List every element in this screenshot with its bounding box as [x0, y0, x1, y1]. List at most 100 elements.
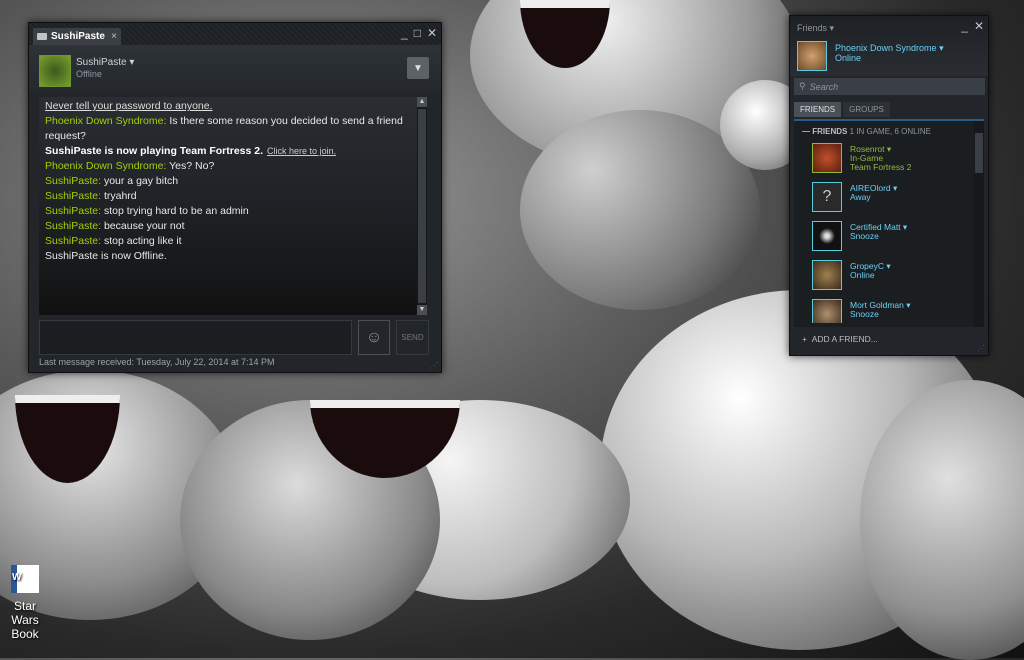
message-line: SushiPaste: stop acting like it: [45, 234, 421, 249]
word-document-icon: W: [11, 565, 39, 593]
chevron-down-icon[interactable]: ▾: [887, 144, 891, 154]
message-text: Yes? No?: [166, 160, 215, 172]
message-line: SushiPaste: your a gay bitch: [45, 174, 421, 189]
message-sender: Phoenix Down Syndrome:: [45, 160, 167, 172]
message-line: Phoenix Down Syndrome: Yes? No?: [45, 159, 421, 174]
options-dropdown-button[interactable]: ▼: [407, 57, 429, 79]
chat-message-input[interactable]: [39, 320, 352, 355]
avatar[interactable]: [812, 260, 842, 290]
desktop-icon-label: Star Wars Book: [11, 599, 39, 641]
friends-title: Friends: [797, 23, 828, 33]
message-text: tryahrd: [101, 190, 137, 202]
join-game-link[interactable]: Click here to join.: [267, 146, 336, 156]
friends-titlebar[interactable]: Friends ▾ _ ✕ Phoenix Down Syndrome ▾ On…: [790, 16, 988, 76]
chat-header: SushiPaste ▾ Offline ▼: [29, 45, 441, 93]
self-status: Online: [835, 53, 862, 63]
avatar[interactable]: [39, 55, 71, 87]
avatar[interactable]: [797, 41, 827, 71]
friend-item[interactable]: Mort Goldman ▾ Snooze: [812, 299, 972, 323]
search-icon: ⚲: [799, 81, 806, 91]
chevron-down-icon[interactable]: ▾: [906, 300, 910, 310]
message-sender: SushiPaste:: [45, 190, 102, 202]
smiley-icon: ☺: [365, 328, 383, 346]
tab-friends[interactable]: FRIENDS: [794, 102, 842, 117]
avatar[interactable]: [812, 143, 842, 173]
friends-menu[interactable]: Friends ▾: [797, 23, 834, 34]
chat-log: Never tell your password to anyone. Phoe…: [39, 97, 427, 315]
chat-bubble-icon: [37, 33, 47, 40]
friend-status: Away: [850, 192, 871, 202]
chat-titlebar[interactable]: SushiPaste × _ □ ✕: [29, 23, 441, 45]
resize-grip-icon[interactable]: ⋰: [977, 344, 985, 353]
chat-scrollbar[interactable]: ▲ ▼: [417, 97, 427, 315]
user-status: Offline: [76, 69, 102, 79]
self-profile[interactable]: Phoenix Down Syndrome ▾ Online: [790, 38, 988, 76]
message-sender: Phoenix Down Syndrome:: [45, 115, 167, 127]
message-line: SushiPaste: tryahrd: [45, 189, 421, 204]
friends-search-input[interactable]: ⚲ Search: [794, 78, 985, 95]
group-count: 1 IN GAME, 6 ONLINE: [849, 127, 931, 136]
chat-tab-label: SushiPaste: [51, 31, 105, 42]
emoticon-button[interactable]: ☺: [358, 320, 390, 355]
message-line: Never tell your password to anyone.: [45, 100, 213, 112]
chevron-down-icon[interactable]: ▾: [903, 222, 907, 232]
close-icon[interactable]: ✕: [974, 19, 984, 33]
scroll-thumb[interactable]: [975, 133, 983, 173]
close-icon[interactable]: ✕: [427, 26, 437, 40]
minimize-icon[interactable]: _: [401, 26, 408, 40]
message-text: stop acting like it: [101, 235, 182, 247]
last-message-received: Last message received: Tuesday, July 22,…: [39, 357, 275, 367]
resize-grip-icon[interactable]: ⋰: [430, 361, 438, 370]
message-sender: SushiPaste:: [45, 235, 102, 247]
scroll-thumb[interactable]: [418, 109, 426, 303]
friend-game: Team Fortress 2: [850, 162, 912, 172]
chat-tab[interactable]: SushiPaste ×: [33, 28, 121, 45]
friends-window: Friends ▾ _ ✕ Phoenix Down Syndrome ▾ On…: [789, 15, 989, 356]
friend-item[interactable]: ? AIREOlord ▾ Away: [812, 182, 972, 214]
friend-status: Online: [850, 270, 875, 280]
friends-group-header[interactable]: — FRIENDS 1 IN GAME, 6 ONLINE: [802, 127, 931, 136]
chevron-down-icon[interactable]: ▾: [886, 261, 890, 271]
scroll-up-icon[interactable]: ▲: [417, 97, 427, 107]
group-label: FRIENDS: [812, 127, 848, 136]
minimize-icon[interactable]: _: [961, 19, 968, 33]
send-button[interactable]: SEND: [396, 320, 429, 355]
avatar[interactable]: [812, 299, 842, 323]
question-mark-icon[interactable]: ?: [812, 182, 842, 212]
chevron-down-icon[interactable]: ▾: [893, 183, 897, 193]
friend-item[interactable]: Certified Matt ▾ Snooze: [812, 221, 972, 253]
friend-item[interactable]: Rosenrot ▾ In-Game Team Fortress 2: [812, 143, 972, 175]
message-sender: SushiPaste:: [45, 220, 102, 232]
search-placeholder: Search: [809, 81, 839, 92]
message-text: your a gay bitch: [101, 175, 179, 187]
message-text: stop trying hard to be an admin: [101, 205, 249, 217]
message-text: because your not: [101, 220, 185, 232]
scroll-down-icon[interactable]: ▼: [417, 305, 427, 315]
message-sender: SushiPaste:: [45, 205, 102, 217]
chat-user-name[interactable]: SushiPaste ▾: [76, 57, 134, 68]
friend-item[interactable]: GropeyC ▾ Online: [812, 260, 972, 292]
message-line: SushiPaste is now Offline.: [45, 250, 167, 262]
self-name: Phoenix Down Syndrome: [835, 43, 937, 53]
add-friend-label: ADD A FRIEND...: [811, 334, 878, 344]
collapse-icon[interactable]: —: [802, 127, 812, 136]
chevron-down-icon[interactable]: ▾: [939, 43, 944, 53]
friends-scrollbar[interactable]: [974, 121, 984, 327]
message-line: Phoenix Down Syndrome: Is there some rea…: [45, 114, 421, 144]
close-tab-icon[interactable]: ×: [111, 31, 117, 42]
add-friend-button[interactable]: + ADD A FRIEND...: [802, 334, 878, 344]
user-name-label: SushiPaste: [76, 57, 127, 68]
system-message: SushiPaste is now playing Team Fortress …: [45, 145, 264, 157]
tab-groups[interactable]: GROUPS: [843, 102, 890, 117]
chat-window: SushiPaste × _ □ ✕ SushiPaste ▾ Offline …: [28, 22, 442, 373]
friends-list: — FRIENDS 1 IN GAME, 6 ONLINE Rosenrot ▾…: [794, 119, 984, 327]
chevron-down-icon: ▾: [829, 23, 835, 33]
chevron-down-icon[interactable]: ▾: [129, 57, 134, 68]
message-line: SushiPaste is now playing Team Fortress …: [45, 144, 421, 159]
friend-status: Snooze: [850, 231, 879, 241]
maximize-icon[interactable]: □: [414, 26, 421, 40]
avatar[interactable]: [812, 221, 842, 251]
desktop-icon-star-wars-book[interactable]: W Star Wars Book: [0, 565, 50, 641]
message-line: SushiPaste: because your not: [45, 219, 421, 234]
plus-icon: +: [802, 334, 812, 344]
